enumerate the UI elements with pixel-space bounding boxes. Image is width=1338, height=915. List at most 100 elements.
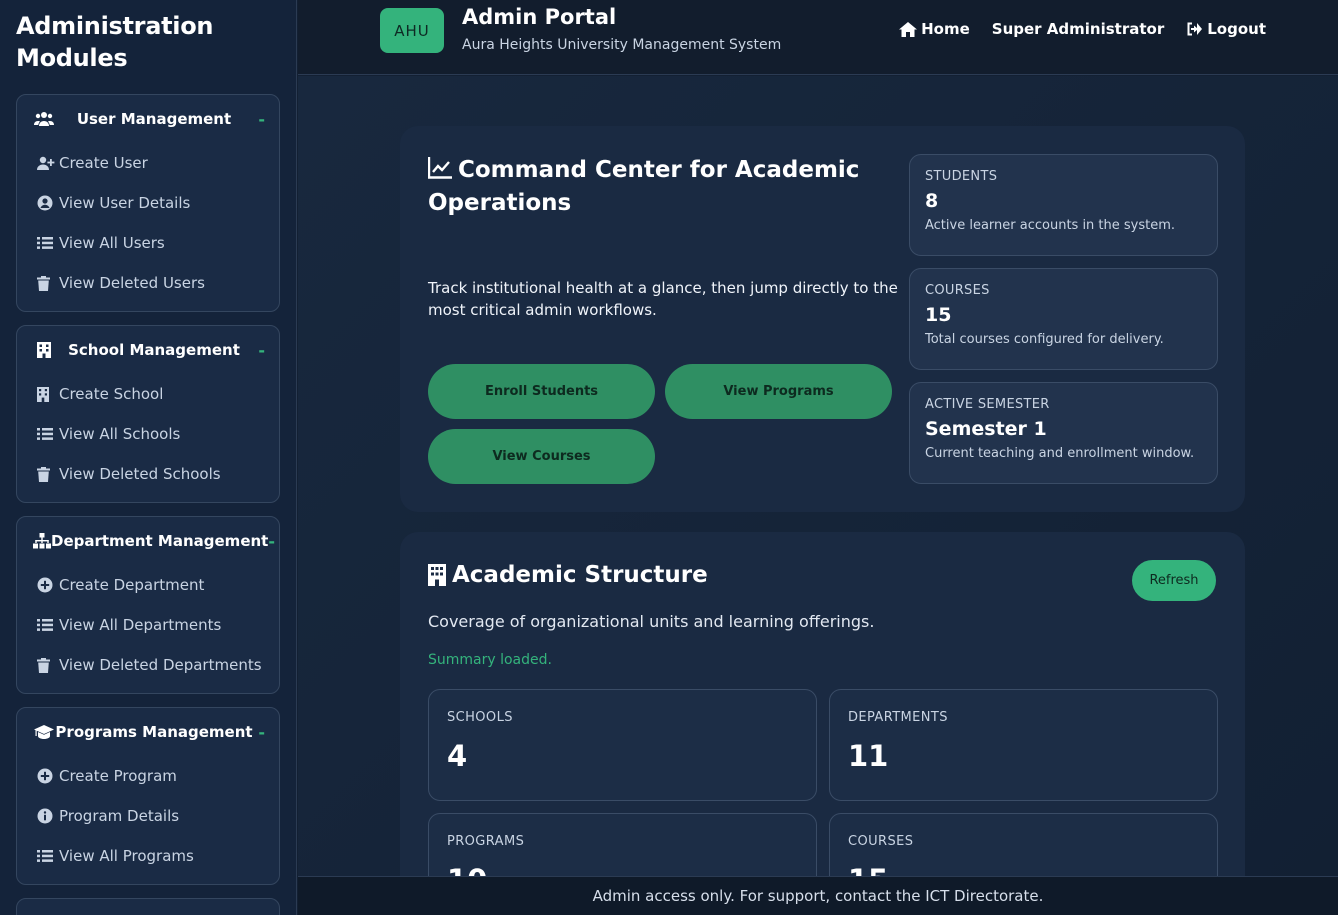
user-plus-icon bbox=[37, 156, 55, 170]
home-label: Home bbox=[921, 20, 970, 38]
sitemap-icon bbox=[33, 533, 51, 549]
sidebar-item-label: Create School bbox=[59, 385, 164, 403]
logout-label: Logout bbox=[1207, 20, 1266, 38]
stat-value: Semester 1 bbox=[925, 418, 1047, 440]
metric-card-schools: SCHOOLS 4 bbox=[428, 689, 817, 801]
sidebar-item-label: Create User bbox=[59, 154, 148, 172]
metric-card-departments: DEPARTMENTS 11 bbox=[829, 689, 1218, 801]
collapse-toggle[interactable]: - bbox=[268, 532, 275, 551]
sidebar-item-view-deleted-schools[interactable]: View Deleted Schools bbox=[17, 454, 279, 494]
main-content: Command Center for Academic Operations T… bbox=[298, 76, 1338, 876]
sidebar-item-label: Program Details bbox=[59, 807, 180, 825]
home-link[interactable]: Home bbox=[899, 20, 970, 38]
stat-label: COURSES bbox=[925, 283, 990, 298]
list-icon bbox=[37, 237, 55, 249]
module-title: Programs Management bbox=[55, 723, 253, 741]
module-school-management: School Management - Create School View A… bbox=[16, 325, 280, 503]
building-icon bbox=[33, 342, 55, 358]
module-header-school-management[interactable]: School Management - bbox=[17, 326, 279, 374]
summary-status: Summary loaded. bbox=[428, 652, 552, 668]
metric-label: SCHOOLS bbox=[447, 710, 513, 725]
plus-circle-icon bbox=[37, 768, 55, 784]
sidebar-item-label: Create Program bbox=[59, 767, 177, 785]
sidebar: Administration Modules User Management -… bbox=[0, 0, 297, 915]
sidebar-title: Administration Modules bbox=[16, 12, 214, 72]
module-header-department-management[interactable]: Department Management - bbox=[17, 517, 279, 565]
sidebar-item-create-user[interactable]: Create User bbox=[17, 143, 279, 183]
stat-label: ACTIVE SEMESTER bbox=[925, 397, 1050, 412]
home-icon bbox=[899, 21, 918, 37]
sidebar-item-create-department[interactable]: Create Department bbox=[17, 565, 279, 605]
sidebar-item-view-deleted-users[interactable]: View Deleted Users bbox=[17, 263, 279, 303]
graduation-cap-icon bbox=[33, 724, 55, 740]
page-subtitle: Aura Heights University Management Syste… bbox=[462, 37, 782, 53]
stat-card-courses: COURSES 15 Total courses configured for … bbox=[909, 268, 1218, 370]
logout-link[interactable]: Logout bbox=[1186, 20, 1266, 38]
module-user-management: User Management - Create User View User … bbox=[16, 94, 280, 312]
user-label: Super Administrator bbox=[991, 20, 1165, 38]
sidebar-item-label: View All Users bbox=[59, 234, 165, 252]
collapse-toggle[interactable]: - bbox=[253, 341, 265, 360]
metric-card-programs: PROGRAMS 10 bbox=[428, 813, 817, 876]
trash-icon bbox=[37, 275, 55, 291]
sidebar-item-program-details[interactable]: Program Details bbox=[17, 796, 279, 836]
brand-badge[interactable]: AHU bbox=[380, 8, 444, 53]
trash-icon bbox=[37, 657, 55, 673]
building-icon bbox=[37, 386, 55, 402]
stat-card-students: STUDENTS 8 Active learner accounts in th… bbox=[909, 154, 1218, 256]
sidebar-item-create-program[interactable]: Create Program bbox=[17, 756, 279, 796]
user-menu[interactable]: Super Administrator bbox=[992, 20, 1164, 38]
metric-value: 10 bbox=[447, 863, 798, 876]
module-title: User Management bbox=[76, 110, 232, 128]
list-icon bbox=[37, 619, 55, 631]
stat-card-active-semester: ACTIVE SEMESTER Semester 1 Current teach… bbox=[909, 382, 1218, 484]
command-center-card: Command Center for Academic Operations T… bbox=[400, 126, 1245, 512]
sidebar-item-label: View User Details bbox=[59, 194, 191, 212]
module-header-programs-management[interactable]: Programs Management - bbox=[17, 708, 279, 756]
info-circle-icon bbox=[37, 808, 55, 824]
sidebar-item-label: View All Departments bbox=[59, 616, 222, 634]
sidebar-item-view-all-users[interactable]: View All Users bbox=[17, 223, 279, 263]
sidebar-item-label: Create Department bbox=[59, 576, 205, 594]
trash-icon bbox=[37, 466, 55, 482]
module-header-user-management[interactable]: User Management - bbox=[17, 95, 279, 143]
metric-label: PROGRAMS bbox=[447, 834, 525, 849]
sidebar-item-view-deleted-departments[interactable]: View Deleted Departments bbox=[17, 645, 279, 685]
academic-structure-title: Academic Structure bbox=[428, 562, 708, 588]
top-header: AHU Admin Portal Aura Heights University… bbox=[298, 0, 1338, 75]
command-center-title-text: Command Center for Academic Operations bbox=[428, 157, 860, 216]
academic-structure-description: Coverage of organizational units and lea… bbox=[428, 612, 875, 631]
module-title: Department Management bbox=[51, 532, 269, 550]
metric-label: DEPARTMENTS bbox=[848, 710, 948, 725]
metric-label: COURSES bbox=[848, 834, 914, 849]
plus-circle-icon bbox=[37, 577, 55, 593]
collapse-toggle[interactable]: - bbox=[253, 723, 265, 742]
metric-card-courses: COURSES 15 bbox=[829, 813, 1218, 876]
view-courses-button[interactable]: View Courses bbox=[428, 429, 655, 484]
top-nav: Home Super Administrator Logout bbox=[899, 20, 1266, 38]
building-icon bbox=[428, 564, 446, 586]
module-partial bbox=[16, 898, 280, 915]
sidebar-item-label: View All Schools bbox=[59, 425, 181, 443]
list-icon bbox=[37, 850, 55, 862]
stat-value: 15 bbox=[925, 304, 952, 326]
stat-note: Active learner accounts in the system. bbox=[925, 218, 1176, 233]
sidebar-item-label: View Deleted Users bbox=[59, 274, 205, 292]
sidebar-item-view-all-schools[interactable]: View All Schools bbox=[17, 414, 279, 454]
view-programs-button[interactable]: View Programs bbox=[665, 364, 892, 419]
academic-structure-title-text: Academic Structure bbox=[452, 562, 708, 588]
user-circle-icon bbox=[37, 195, 55, 211]
footer-text: Admin access only. For support, contact … bbox=[592, 887, 1044, 905]
collapse-toggle[interactable]: - bbox=[253, 110, 265, 129]
sidebar-item-view-user-details[interactable]: View User Details bbox=[17, 183, 279, 223]
sidebar-item-view-all-programs[interactable]: View All Programs bbox=[17, 836, 279, 876]
enroll-students-button[interactable]: Enroll Students bbox=[428, 364, 655, 419]
sidebar-item-create-school[interactable]: Create School bbox=[17, 374, 279, 414]
users-icon bbox=[33, 111, 55, 127]
footer: Admin access only. For support, contact … bbox=[298, 876, 1338, 915]
sidebar-item-view-all-departments[interactable]: View All Departments bbox=[17, 605, 279, 645]
module-department-management: Department Management - Create Departmen… bbox=[16, 516, 280, 694]
refresh-button[interactable]: Refresh bbox=[1132, 560, 1216, 601]
list-icon bbox=[37, 428, 55, 440]
chart-line-icon bbox=[428, 157, 452, 179]
